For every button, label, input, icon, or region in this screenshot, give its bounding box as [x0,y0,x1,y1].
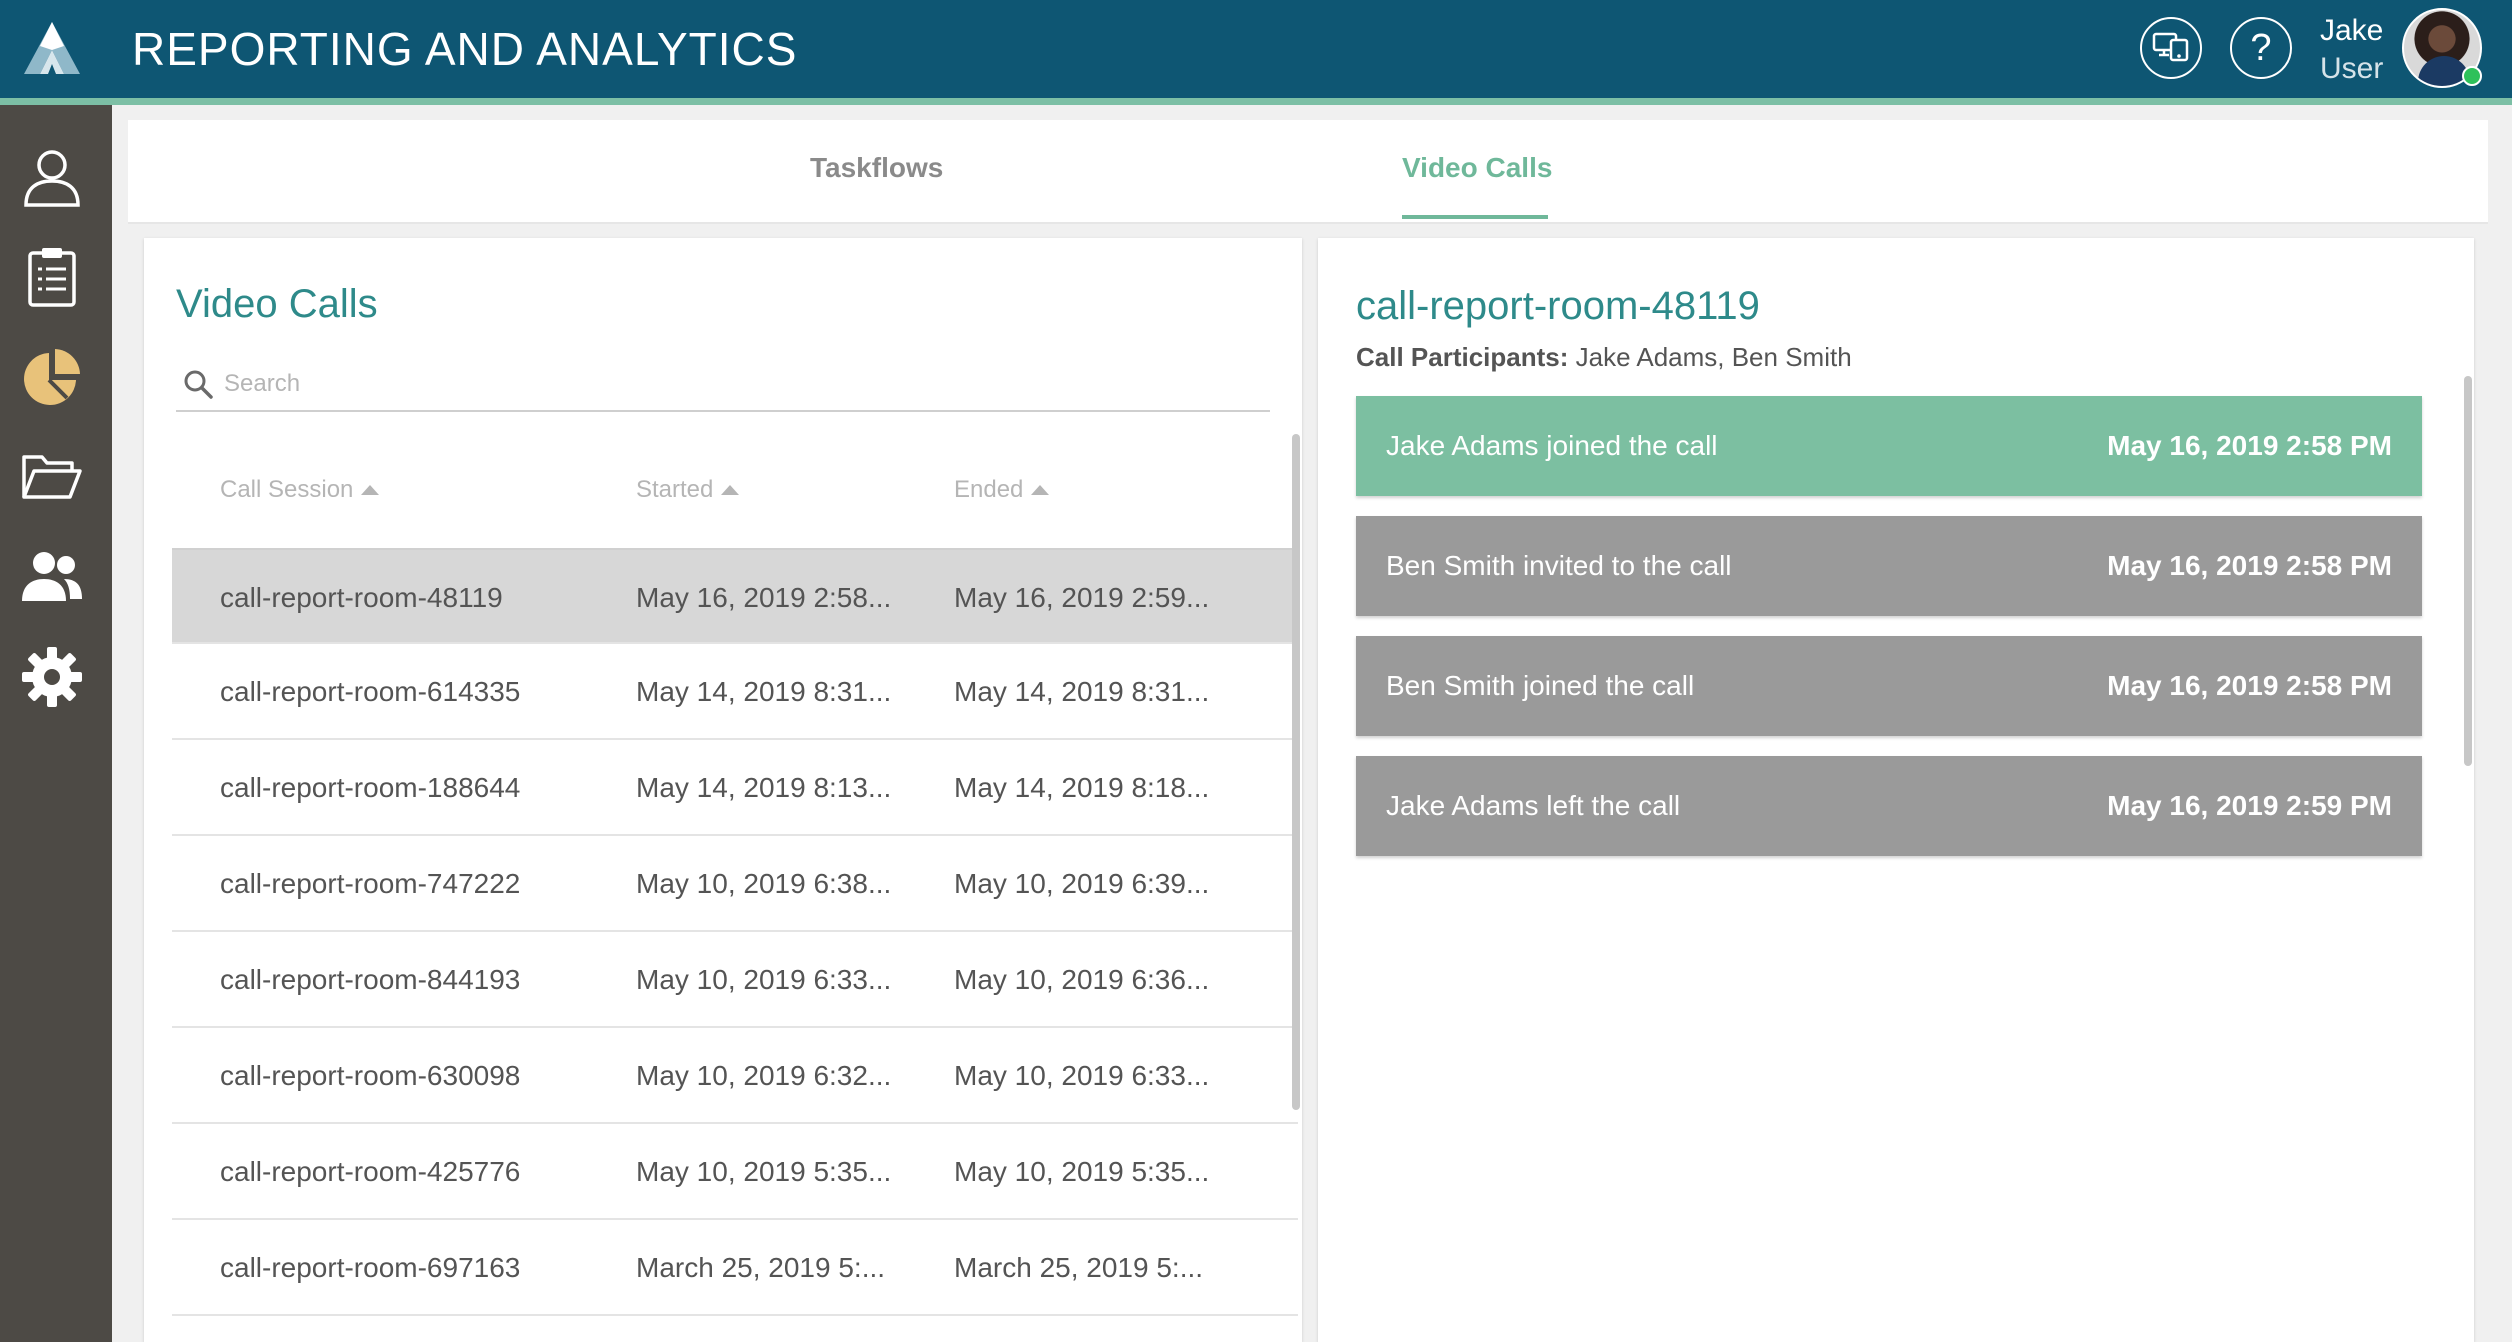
sort-ascending-icon [361,485,380,495]
event-description: Jake Adams left the call [1386,790,1681,821]
users-icon [22,552,82,601]
cell-call-session: call-report-room-747222 [220,868,521,899]
sidebar-item-settings[interactable] [16,641,88,713]
cell-ended: May 10, 2019 5:35... [954,1156,1210,1187]
user-icon [24,150,80,207]
call-detail-panel: call-report-room-48119 Call Participants… [1318,238,2474,1342]
gear-icon [22,647,82,707]
cell-call-session: call-report-room-48119 [220,582,503,613]
video-calls-table: call-report-room-48119 May 16, 2019 2:58… [172,548,1298,1316]
cell-call-session: call-report-room-425776 [220,1156,521,1187]
pie-chart-icon [24,349,80,405]
cell-ended: May 10, 2019 6:36... [954,964,1210,995]
table-row[interactable]: call-report-room-188644 May 14, 2019 8:1… [172,740,1298,836]
online-status-icon [2462,66,2482,86]
cell-ended: May 14, 2019 8:31... [954,676,1210,707]
search-icon [184,370,213,399]
devices-button[interactable] [2140,17,2202,79]
call-event-item[interactable]: Ben Smith invited to the call May 16, 20… [1356,516,2422,616]
detail-scrollbar[interactable] [2464,376,2472,766]
sort-ascending-icon [1031,485,1050,495]
tab-video-calls[interactable]: Video Calls [1402,152,1552,184]
header-accent-bar [0,98,2512,105]
event-timestamp: May 16, 2019 2:58 PM [2107,430,2392,461]
table-row[interactable]: call-report-room-48119 May 16, 2019 2:58… [172,548,1298,644]
cell-started: May 14, 2019 8:13... [636,772,892,803]
app-header: REPORTING AND ANALYTICS ? Jake User [0,0,2512,98]
table-row[interactable]: call-report-room-697163 March 25, 2019 5… [172,1220,1298,1316]
cell-ended: May 14, 2019 8:18... [954,772,1210,803]
column-header-ended[interactable]: Ended [954,476,1050,504]
cell-started: May 10, 2019 6:38... [636,868,892,899]
video-calls-list-panel: Video Calls Call Session Started Ended c… [144,238,1302,1342]
list-scrollbar[interactable] [1292,434,1300,1110]
cell-call-session: call-report-room-630098 [220,1060,521,1091]
column-header-label: Ended [954,476,1024,503]
cell-started: May 16, 2019 2:58... [636,582,892,613]
table-row[interactable]: call-report-room-747222 May 10, 2019 6:3… [172,836,1298,932]
cell-call-session: call-report-room-614335 [220,676,521,707]
column-header-label: Started [636,476,714,503]
event-description: Ben Smith joined the call [1386,670,1695,701]
sidebar [0,105,112,1342]
event-timestamp: May 16, 2019 2:58 PM [2107,670,2392,701]
cell-ended: March 25, 2019 5:... [954,1252,1204,1283]
cell-started: May 10, 2019 6:33... [636,964,892,995]
call-participants: Call Participants: Jake Adams, Ben Smith [1356,342,1852,373]
column-header-label: Call Session [220,476,354,503]
sidebar-item-profile[interactable] [16,141,88,213]
tabs-divider [128,222,2488,224]
event-timestamp: May 16, 2019 2:59 PM [2107,790,2392,821]
cell-call-session: call-report-room-844193 [220,964,521,995]
user-name: Jake [2320,14,2384,47]
search-bar [176,358,1270,412]
table-row[interactable]: call-report-room-844193 May 10, 2019 6:3… [172,932,1298,1028]
participants-label: Call Participants: [1356,342,1569,372]
help-icon: ? [2250,26,2272,69]
devices-icon [2152,32,2189,62]
call-event-item[interactable]: Ben Smith joined the call May 16, 2019 2… [1356,636,2422,736]
participants-list: Jake Adams, Ben Smith [1575,342,1852,372]
search-input[interactable] [224,364,1254,404]
cell-started: May 10, 2019 5:35... [636,1156,892,1187]
help-button[interactable]: ? [2230,17,2292,79]
cell-ended: May 16, 2019 2:59... [954,582,1210,613]
app-title: REPORTING AND ANALYTICS [132,23,798,75]
tab-taskflows[interactable]: Taskflows [810,152,943,184]
call-detail-title: call-report-room-48119 [1356,284,1760,328]
event-description: Jake Adams joined the call [1386,430,1718,461]
cell-call-session: call-report-room-697163 [220,1252,521,1283]
event-description: Ben Smith invited to the call [1386,550,1732,581]
cell-ended: May 10, 2019 6:33... [954,1060,1210,1091]
app-logo-icon[interactable] [20,18,84,78]
list-title: Video Calls [176,282,378,326]
clipboard-icon [28,248,76,307]
sort-ascending-icon [721,485,740,495]
cell-started: March 25, 2019 5:... [636,1252,886,1283]
sidebar-item-reporting[interactable] [16,341,88,413]
event-timestamp: May 16, 2019 2:58 PM [2107,550,2392,581]
folder-open-icon [22,455,82,499]
table-row[interactable]: call-report-room-614335 May 14, 2019 8:3… [172,644,1298,740]
tabs-bar: Taskflows Video Calls [128,120,2488,222]
active-tab-indicator [1402,215,1548,219]
cell-started: May 14, 2019 8:31... [636,676,892,707]
table-row[interactable]: call-report-room-630098 May 10, 2019 6:3… [172,1028,1298,1124]
sidebar-item-files[interactable] [16,441,88,513]
sidebar-item-users[interactable] [16,541,88,613]
table-row[interactable]: call-report-room-425776 May 10, 2019 5:3… [172,1124,1298,1220]
sidebar-item-tasks[interactable] [16,241,88,313]
user-role: User [2320,52,2384,85]
call-event-item[interactable]: Jake Adams joined the call May 16, 2019 … [1356,396,2422,496]
cell-ended: May 10, 2019 6:39... [954,868,1210,899]
column-header-started[interactable]: Started [636,476,740,504]
cell-started: May 10, 2019 6:32... [636,1060,892,1091]
cell-call-session: call-report-room-188644 [220,772,521,803]
call-event-item[interactable]: Jake Adams left the call May 16, 2019 2:… [1356,756,2422,856]
column-header-call-session[interactable]: Call Session [220,476,380,504]
